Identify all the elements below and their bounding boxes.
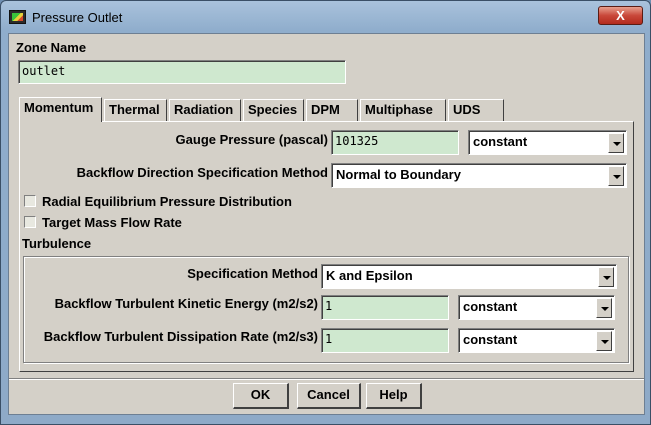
dialog-body: Zone Name outlet Momentum Thermal Radiat… <box>8 33 645 415</box>
tke-label: Backflow Turbulent Kinetic Energy (m2/s2… <box>54 296 318 311</box>
tke-method-value: constant <box>463 299 518 314</box>
target-mass-flow-label: Target Mass Flow Rate <box>42 215 182 230</box>
ok-button[interactable]: OK <box>233 383 289 409</box>
gauge-pressure-method-value: constant <box>473 134 528 149</box>
tdr-method-value: constant <box>463 332 518 347</box>
radial-equilibrium-checkbox[interactable] <box>24 195 36 207</box>
tke-field[interactable]: 1 <box>321 295 449 320</box>
dropdown-arrow-icon[interactable] <box>598 267 614 287</box>
dialog-window: Pressure Outlet X Zone Name outlet Momen… <box>0 0 651 425</box>
zone-name-label: Zone Name <box>16 40 87 55</box>
dropdown-arrow-icon[interactable] <box>596 298 612 318</box>
tke-method-select[interactable]: constant <box>458 295 615 320</box>
tab-dpm[interactable]: DPM <box>306 99 358 121</box>
close-button[interactable]: X <box>598 6 643 25</box>
tab-multiphase[interactable]: Multiphase <box>360 99 446 121</box>
radial-equilibrium-label: Radial Equilibrium Pressure Distribution <box>42 194 292 209</box>
tab-momentum[interactable]: Momentum <box>19 97 102 122</box>
zone-name-field[interactable]: outlet <box>18 60 346 84</box>
button-separator <box>9 378 644 380</box>
gauge-pressure-method-select[interactable]: constant <box>468 130 627 155</box>
momentum-panel: Gauge Pressure (pascal) 101325 constant … <box>19 121 634 372</box>
turbulence-group: Specification Method K and Epsilon Backf… <box>23 256 629 363</box>
gauge-pressure-label: Gauge Pressure (pascal) <box>175 132 328 147</box>
tab-thermal[interactable]: Thermal <box>104 99 167 121</box>
backflow-direction-select[interactable]: Normal to Boundary <box>331 163 627 188</box>
window-title: Pressure Outlet <box>32 10 123 25</box>
specification-method-label: Specification Method <box>187 266 318 281</box>
tab-uds[interactable]: UDS <box>448 99 504 121</box>
tdr-label: Backflow Turbulent Dissipation Rate (m2/… <box>43 329 318 344</box>
dropdown-arrow-icon[interactable] <box>608 133 624 153</box>
target-mass-flow-checkbox[interactable] <box>24 216 36 228</box>
tdr-field[interactable]: 1 <box>321 328 449 353</box>
tab-species[interactable]: Species <box>243 99 304 121</box>
turbulence-group-title: Turbulence <box>22 236 92 251</box>
gauge-pressure-field[interactable]: 101325 <box>331 130 459 155</box>
dropdown-arrow-icon[interactable] <box>596 331 612 351</box>
specification-method-value: K and Epsilon <box>326 268 413 283</box>
backflow-direction-label: Backflow Direction Specification Method <box>76 165 328 180</box>
tab-radiation[interactable]: Radiation <box>169 99 241 121</box>
backflow-direction-value: Normal to Boundary <box>336 167 461 182</box>
cancel-button[interactable]: Cancel <box>297 383 361 409</box>
fluent-app-icon <box>9 10 26 24</box>
tdr-method-select[interactable]: constant <box>458 328 615 353</box>
title-bar[interactable]: Pressure Outlet X <box>1 1 650 33</box>
dropdown-arrow-icon[interactable] <box>608 166 624 186</box>
specification-method-select[interactable]: K and Epsilon <box>321 264 617 289</box>
help-button[interactable]: Help <box>366 383 422 409</box>
